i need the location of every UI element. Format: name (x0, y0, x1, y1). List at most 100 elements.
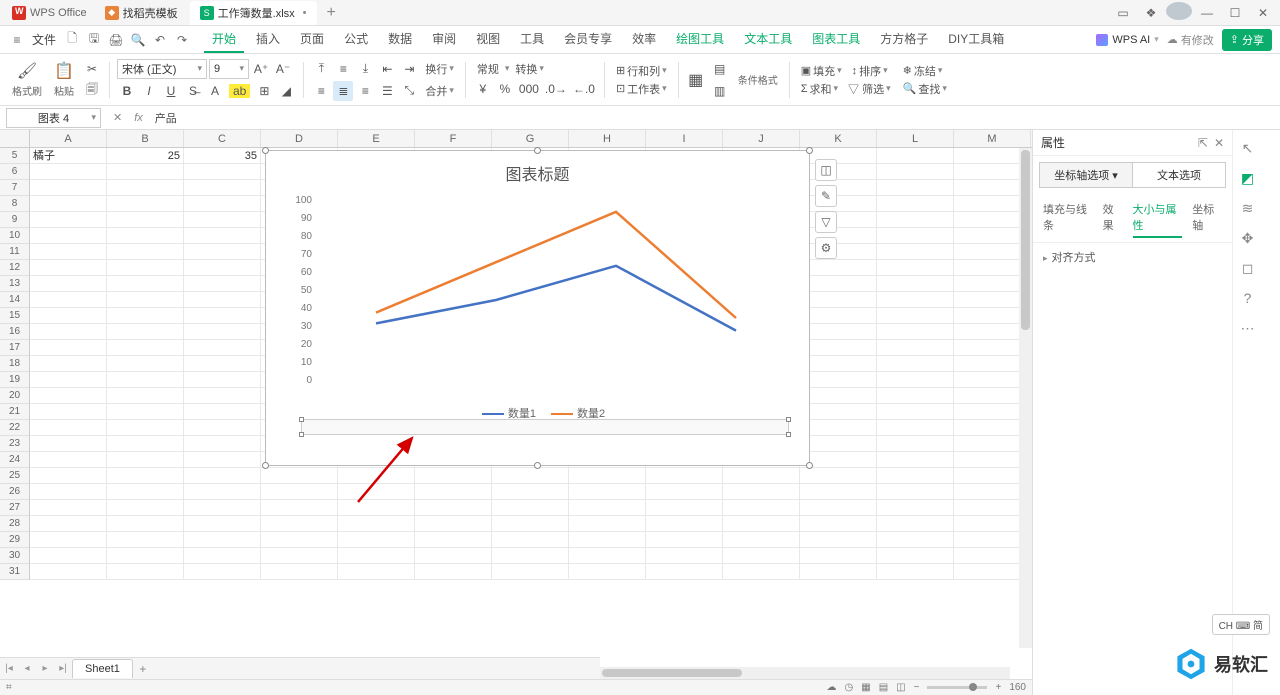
cube-icon[interactable]: ❖ (1138, 6, 1164, 20)
cell[interactable] (30, 324, 107, 340)
zoom-out-icon[interactable]: − (914, 682, 920, 693)
cell[interactable] (184, 244, 261, 260)
cell[interactable] (800, 244, 877, 260)
col-header[interactable]: B (107, 130, 184, 147)
cell-style-icon[interactable]: ▥ (710, 81, 730, 101)
tab-chart-tools[interactable]: 图表工具 (804, 26, 868, 53)
cell[interactable] (800, 164, 877, 180)
cell[interactable] (261, 500, 338, 516)
resize-handle[interactable] (534, 462, 541, 469)
number-format-select[interactable]: 常规 (473, 61, 503, 77)
cell[interactable] (415, 468, 492, 484)
col-header[interactable]: G (492, 130, 569, 147)
worksheet-button[interactable]: ⊡ 工作表▾ (612, 81, 671, 97)
tab-page[interactable]: 页面 (292, 26, 332, 53)
fill-button[interactable]: ▣ 填充▾ (797, 63, 846, 79)
cell[interactable] (646, 564, 723, 580)
chart-elements-button[interactable]: ◫ (815, 159, 837, 181)
vertical-scrollbar[interactable] (1019, 148, 1032, 648)
cell[interactable] (492, 468, 569, 484)
resize-handle[interactable] (262, 462, 269, 469)
formula-bar[interactable]: 产品 (149, 110, 1280, 126)
cell[interactable] (184, 324, 261, 340)
cell[interactable] (261, 548, 338, 564)
cell[interactable] (800, 276, 877, 292)
cell[interactable] (338, 468, 415, 484)
cell[interactable] (800, 372, 877, 388)
cell[interactable] (107, 436, 184, 452)
cell[interactable] (107, 164, 184, 180)
axis-handle[interactable] (786, 417, 791, 422)
cell[interactable] (877, 228, 954, 244)
cell[interactable] (800, 532, 877, 548)
add-sheet-button[interactable]: + (133, 662, 153, 676)
sheet-nav-prev[interactable]: ◂ (18, 663, 36, 674)
cell[interactable] (877, 292, 954, 308)
cell[interactable] (723, 548, 800, 564)
select-all-corner[interactable] (0, 130, 30, 147)
tab-data[interactable]: 数据 (380, 26, 420, 53)
cell[interactable] (415, 564, 492, 580)
cell[interactable] (184, 420, 261, 436)
view-normal-icon[interactable]: ▦ (861, 682, 870, 693)
cell[interactable] (107, 564, 184, 580)
cell[interactable] (261, 516, 338, 532)
cell[interactable] (30, 372, 107, 388)
row-header[interactable]: 28 (0, 516, 30, 532)
cell[interactable] (107, 244, 184, 260)
align-top-icon[interactable]: ⤒ (311, 59, 331, 79)
convert-button[interactable]: 转换▾ (511, 61, 548, 77)
cell[interactable]: 25 (107, 148, 184, 164)
sidebar-tab-axis[interactable]: 坐标轴 (1192, 198, 1222, 238)
cell[interactable] (184, 356, 261, 372)
cell[interactable] (261, 564, 338, 580)
sheet-nav-next[interactable]: ▸ (36, 663, 54, 674)
chart-title[interactable]: 图表标题 (266, 151, 809, 191)
cell[interactable] (184, 500, 261, 516)
cell[interactable] (107, 292, 184, 308)
cell[interactable] (184, 308, 261, 324)
tab-tools[interactable]: 工具 (512, 26, 552, 53)
cell[interactable] (30, 212, 107, 228)
col-header[interactable]: C (184, 130, 261, 147)
cell[interactable] (261, 532, 338, 548)
save-icon[interactable]: 🖫 (84, 29, 104, 50)
cell[interactable] (723, 516, 800, 532)
cell[interactable] (800, 228, 877, 244)
cell[interactable] (877, 308, 954, 324)
cell[interactable] (30, 532, 107, 548)
row-header[interactable]: 7 (0, 180, 30, 196)
maximize-button[interactable]: ☐ (1222, 6, 1248, 20)
row-header[interactable]: 30 (0, 548, 30, 564)
border-button[interactable]: ⊞ (254, 81, 274, 101)
cell[interactable] (415, 532, 492, 548)
cell[interactable] (877, 372, 954, 388)
tab-draw-tools[interactable]: 绘图工具 (668, 26, 732, 53)
cell[interactable] (646, 516, 723, 532)
cell[interactable] (800, 564, 877, 580)
cell[interactable]: 35 (184, 148, 261, 164)
undo-icon[interactable]: ↶ (150, 33, 170, 47)
file-menu[interactable]: 文件 (28, 31, 60, 48)
cell[interactable] (877, 500, 954, 516)
row-header[interactable]: 29 (0, 532, 30, 548)
row-header[interactable]: 19 (0, 372, 30, 388)
cell[interactable] (800, 292, 877, 308)
percent-icon[interactable]: % (495, 79, 515, 99)
sidebar-item-align[interactable]: 对齐方式 (1033, 243, 1232, 271)
indent-inc-icon[interactable]: ⇥ (399, 59, 419, 79)
cell[interactable] (30, 500, 107, 516)
row-header[interactable]: 21 (0, 404, 30, 420)
cell[interactable] (877, 532, 954, 548)
cell[interactable]: 橘子 (30, 148, 107, 164)
cell[interactable] (30, 244, 107, 260)
cell[interactable] (800, 180, 877, 196)
cell[interactable] (492, 516, 569, 532)
cell[interactable] (800, 388, 877, 404)
resize-handle[interactable] (262, 147, 269, 154)
cell[interactable] (338, 532, 415, 548)
cell[interactable] (569, 548, 646, 564)
cell[interactable] (877, 468, 954, 484)
col-header[interactable]: L (877, 130, 954, 147)
cell[interactable] (184, 452, 261, 468)
